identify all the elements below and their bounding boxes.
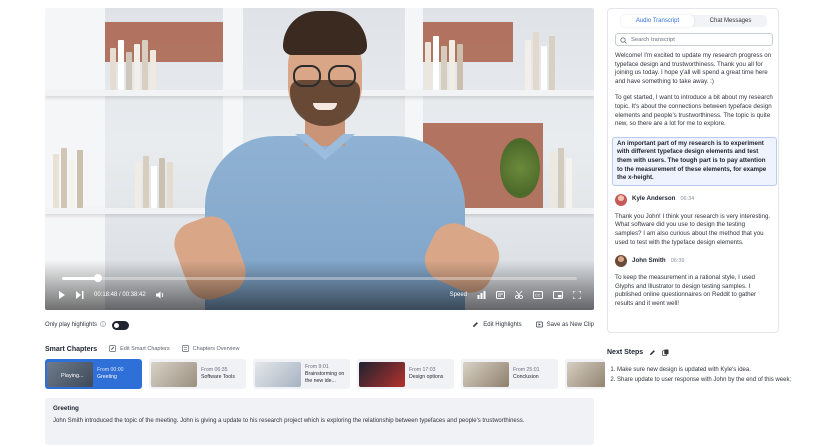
next-steps-title: Next Steps (607, 348, 644, 356)
smart-chapters-title: Smart Chapters (45, 345, 98, 353)
chapter-name: Conclusion (513, 374, 539, 380)
time-total: 00:38:42 (122, 292, 146, 298)
next-steps-header: Next Steps (607, 343, 807, 361)
transcript-paragraph: Thank you John! I think your research is… (615, 212, 771, 246)
chapter-card-design-options[interactable]: From 17:03 Design options (357, 359, 454, 389)
skip-next-icon[interactable] (76, 291, 84, 299)
chapter-time: From 25:01 (513, 367, 540, 373)
video-player[interactable]: 00:18:48 / 00:38:42 Speed CC (45, 8, 594, 310)
transcript-body: Welcome! I'm excited to update my resear… (612, 52, 777, 316)
pip-icon[interactable] (553, 291, 563, 299)
list-item: Make sure new design is updated with Kyl… (617, 366, 807, 375)
chapter-thumbnail (463, 361, 509, 387)
chapter-time: From 9:01 (305, 363, 329, 370)
video-progress-knob[interactable] (94, 274, 103, 282)
transcript-panel: Audio Transcript Chat Messages Welcome! … (607, 8, 779, 333)
stats-icon[interactable] (477, 291, 486, 299)
chapter-card-greeting[interactable]: Playing... From 00:00 Greeting (45, 359, 142, 389)
edit-highlights-label: Edit Highlights (483, 322, 522, 328)
chapter-time: From 06:35 (201, 367, 228, 373)
chapters-overview-link[interactable]: Chapters Overview (181, 344, 240, 354)
chapter-list: Playing... From 00:00 Greeting From 06:3… (45, 359, 605, 389)
chapter-name: Greeting (97, 374, 117, 380)
chapter-time: From 00:00 (97, 367, 124, 373)
video-toolbar: Only play highlights Edit Highlights Sav… (45, 316, 594, 334)
search-icon (620, 31, 627, 49)
playing-label: Playing... (61, 372, 84, 379)
transcript-highlight[interactable]: An important part of my research is to e… (612, 136, 777, 186)
pencil-icon[interactable] (649, 343, 656, 361)
edit-smart-chapters-link[interactable]: Edit Smart Chapters (109, 344, 170, 354)
video-progress-fill (62, 277, 99, 280)
chapter-thumbnail (255, 361, 301, 387)
chapter-time: From 17:03 (409, 367, 436, 373)
chapter-name: Software Tools (201, 374, 235, 380)
chapter-summary: Greeting John Smith introduced the topic… (45, 398, 594, 445)
edit-icon (109, 344, 116, 354)
chapter-thumbnail (567, 361, 605, 387)
video-progress-bar[interactable] (62, 274, 577, 282)
panel-tabs: Audio Transcript Chat Messages (621, 15, 767, 27)
overview-icon (181, 344, 189, 354)
summary-text: John Smith introduced the topic of the m… (53, 418, 525, 424)
time-current: 00:18:48 (94, 292, 118, 298)
highlights-toggle-label: Only play highlights (45, 322, 98, 328)
scissors-icon[interactable] (515, 291, 523, 299)
tab-audio-transcript[interactable]: Audio Transcript (621, 15, 694, 27)
speaker-timestamp[interactable]: 06:34 (680, 195, 694, 204)
chapter-card-conclusion[interactable]: From 25:01 Conclusion (461, 359, 558, 389)
summary-title: Greeting (53, 405, 79, 412)
speaker-timestamp[interactable]: 06:39 (671, 257, 685, 266)
time-readout: 00:18:48 / 00:38:42 (94, 292, 146, 298)
transcript-paragraph: To get started, I want to introduce a bi… (615, 94, 773, 128)
chapter-card-next-steps[interactable] (565, 359, 605, 389)
copy-icon[interactable] (662, 343, 669, 361)
chapter-thumbnail (359, 361, 405, 387)
chapter-name: Design options (409, 374, 444, 380)
speaker-name: John Smith (632, 256, 666, 264)
avatar (615, 255, 627, 268)
tab-chat-messages[interactable]: Chat Messages (694, 15, 767, 27)
chapter-thumbnail: Playing... (47, 361, 93, 387)
speaker-row: Kyle Anderson 06:34 (615, 193, 777, 206)
chapters-overview-label: Chapters Overview (192, 346, 240, 352)
pencil-icon (472, 321, 479, 330)
fullscreen-icon[interactable] (573, 291, 581, 299)
edit-smart-chapters-label: Edit Smart Chapters (120, 346, 170, 352)
save-clip-label: Save as New Clip (546, 322, 594, 328)
speaker-name: Kyle Anderson (632, 195, 676, 203)
chapter-name: Brainstorming on the new ide... (305, 370, 345, 384)
video-controls: 00:18:48 / 00:38:42 Speed CC (58, 285, 581, 305)
avatar (615, 193, 627, 206)
svg-text:CC: CC (535, 293, 541, 298)
info-icon[interactable] (100, 321, 106, 329)
clip-icon (535, 321, 543, 330)
search-input[interactable] (631, 36, 768, 43)
chapter-card-brainstorming[interactable]: From 9:01 Brainstorming on the new ide..… (253, 359, 350, 389)
smart-chapters-header: Smart Chapters Edit Smart Chapters Chapt… (45, 343, 239, 355)
volume-icon[interactable] (155, 291, 165, 299)
play-icon[interactable] (58, 291, 66, 299)
next-steps: Next Steps Make sure new design is updat… (607, 343, 807, 385)
chapter-thumbnail (151, 361, 197, 387)
transcript-paragraph: Welcome! I'm excited to update my resear… (615, 52, 772, 85)
chapter-card-software-tools[interactable]: From 06:35 Software Tools (149, 359, 246, 389)
next-steps-list: Make sure new design is updated with Kyl… (607, 366, 807, 384)
edit-highlights-button[interactable]: Edit Highlights (472, 321, 522, 330)
time-separator: / (119, 292, 121, 298)
captions-icon[interactable]: CC (533, 291, 543, 299)
speaker-row: John Smith 06:39 (615, 255, 777, 268)
transcript-paragraph: To keep the measurement in a rational st… (615, 274, 757, 307)
save-clip-button[interactable]: Save as New Clip (535, 321, 594, 330)
transcript-search[interactable] (615, 33, 773, 46)
speed-button[interactable]: Speed (450, 292, 467, 298)
highlights-toggle[interactable] (112, 320, 130, 330)
list-item: Share update to user response with John … (617, 376, 807, 385)
transcript-icon[interactable] (496, 291, 505, 299)
